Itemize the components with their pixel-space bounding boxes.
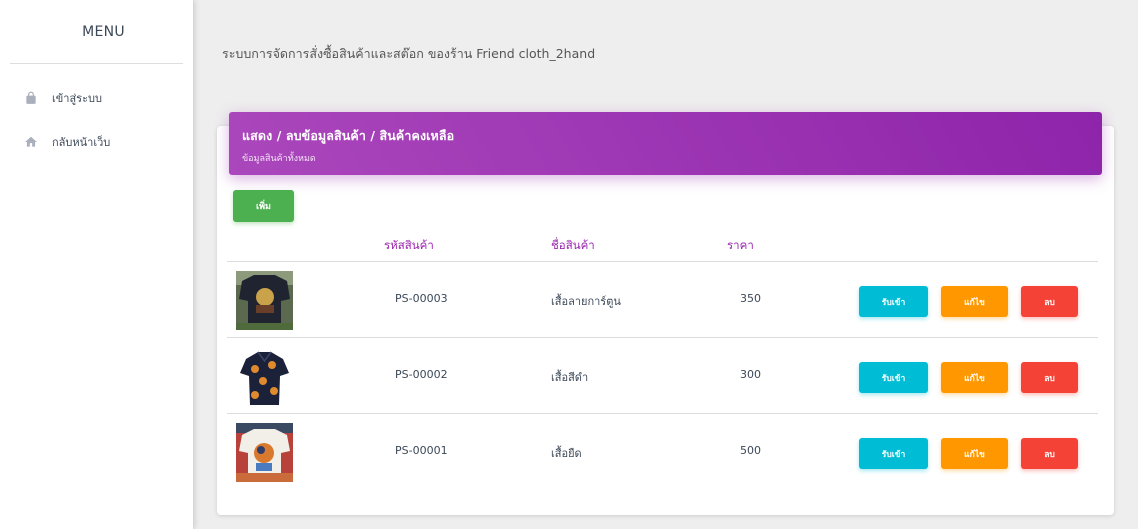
product-name: เสื้อสีดำ <box>551 371 589 384</box>
product-image <box>236 271 293 330</box>
product-code: PS-00001 <box>395 444 448 457</box>
edit-button[interactable]: แก้ไข <box>941 286 1008 317</box>
delete-button[interactable]: ลบ <box>1021 286 1078 317</box>
receive-button[interactable]: รับเข้า <box>859 362 928 393</box>
sidebar-item-login[interactable]: เข้าสู่ระบบ <box>0 76 193 120</box>
product-code: PS-00003 <box>395 292 448 305</box>
product-code: PS-00002 <box>395 368 448 381</box>
delete-button[interactable]: ลบ <box>1021 438 1078 469</box>
main-content: ระบบการจัดการสั่งซื้อสินค้าและสต๊อก ของร… <box>193 0 1138 529</box>
table-row: PS-00003 เสื้อลายการ์ตูน 350 รับเข้า แก้… <box>227 262 1098 338</box>
card-subtitle: ข้อมูลสินค้าทั้งหมด <box>242 154 316 164</box>
page-header: ระบบการจัดการสั่งซื้อสินค้าและสต๊อก ของร… <box>217 0 1114 110</box>
page-title: ระบบการจัดการสั่งซื้อสินค้าและสต๊อก ของร… <box>222 46 596 61</box>
products-card: แสดง / ลบข้อมูลสินค้า / สินค้าคงเหลือ ข้… <box>217 112 1114 515</box>
table-row: PS-00001 เสื้อยืด 500 รับเข้า แก้ไข ลบ <box>227 414 1098 490</box>
edit-button[interactable]: แก้ไข <box>941 438 1008 469</box>
sidebar: MENU เข้าสู่ระบบ กลับหน้าเว็บ <box>0 0 193 529</box>
column-header-name: ชื่อสินค้า <box>551 238 595 252</box>
column-header-code: รหัสสินค้า <box>384 238 434 252</box>
product-name: เสื้อลายการ์ตูน <box>551 295 621 308</box>
product-name: เสื้อยืด <box>551 447 582 460</box>
add-product-button[interactable]: เพิ่ม <box>233 190 294 222</box>
sidebar-item-label: เข้าสู่ระบบ <box>52 92 102 105</box>
product-price: 350 <box>740 292 761 305</box>
card-title: แสดง / ลบข้อมูลสินค้า / สินค้าคงเหลือ <box>242 128 455 143</box>
sidebar-item-home[interactable]: กลับหน้าเว็บ <box>0 120 193 164</box>
table-header: รหัสสินค้า ชื่อสินค้า ราคา <box>227 226 1098 262</box>
sidebar-title: MENU <box>10 0 183 64</box>
column-header-price: ราคา <box>727 238 754 252</box>
edit-button[interactable]: แก้ไข <box>941 362 1008 393</box>
product-image <box>236 347 293 406</box>
table-row: PS-00002 เสื้อสีดำ 300 รับเข้า แก้ไข ลบ <box>227 338 1098 414</box>
delete-button[interactable]: ลบ <box>1021 362 1078 393</box>
app: MENU เข้าสู่ระบบ กลับหน้าเว็บ ระบบการจัด… <box>0 0 1138 529</box>
products-table: รหัสสินค้า ชื่อสินค้า ราคา PS-00003 เสื้… <box>227 226 1098 490</box>
sidebar-menu: เข้าสู่ระบบ กลับหน้าเว็บ <box>0 64 193 164</box>
receive-button[interactable]: รับเข้า <box>859 438 928 469</box>
product-price: 300 <box>740 368 761 381</box>
home-icon <box>24 135 38 149</box>
card-header: แสดง / ลบข้อมูลสินค้า / สินค้าคงเหลือ ข้… <box>229 112 1102 175</box>
receive-button[interactable]: รับเข้า <box>859 286 928 317</box>
product-image <box>236 423 293 482</box>
sidebar-item-label: กลับหน้าเว็บ <box>52 136 111 149</box>
product-price: 500 <box>740 444 761 457</box>
lock-icon <box>24 91 38 105</box>
